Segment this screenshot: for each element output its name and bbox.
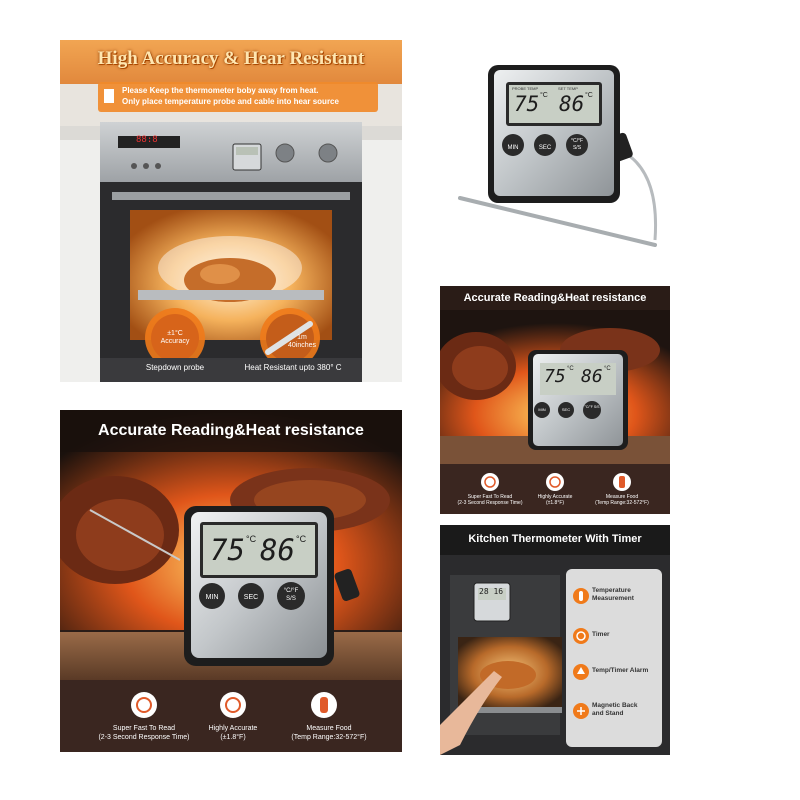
kitchen-feature-magnetic: Magnetic Back and Stand xyxy=(592,702,638,718)
small-temp2: 86 xyxy=(581,366,603,387)
big-feature-range-title: Measure Food xyxy=(306,725,352,732)
product-panel: PROBE TEMP SET TEMP 75 °C 86 °C MIN SEC … xyxy=(440,40,670,265)
big-feature-speed-title: Super Fast To Read xyxy=(112,725,176,732)
oven-display: 88:8 xyxy=(136,135,158,145)
feature-timer-line1: Timer xyxy=(592,631,610,638)
kitchen-feature-temperature: Temperature Measurement xyxy=(592,587,634,603)
small-temp1: 75 xyxy=(544,366,566,387)
oven-note-line2: Only place temperature probe and cable i… xyxy=(122,97,339,106)
product-min-label: MIN xyxy=(507,145,519,151)
small-grill-scene xyxy=(440,310,670,514)
kitchen-scene xyxy=(440,555,670,755)
feature-alarm-line1: Temp/Timer Alarm xyxy=(592,667,649,674)
big-feature-accuracy-detail: (±1.8°F) xyxy=(220,734,246,741)
small-min-button[interactable]: MIN xyxy=(534,407,550,412)
kitchen-panel: Kitchen Thermometer With Timer 28 16 Tem… xyxy=(440,525,670,755)
oven-title: High Accuracy & Hear Resistant xyxy=(97,48,365,69)
product-unit-label-bottom: S/S xyxy=(572,145,582,151)
small-grill-title: Accurate Reading&Heat resistance xyxy=(463,292,647,304)
small-temp2-unit: °C xyxy=(604,366,611,372)
big-unit-label-bottom: S/S xyxy=(286,596,296,602)
product-temp1: 75 xyxy=(514,92,540,116)
small-feature-accuracy: Highly Accurate (±1.8°F) xyxy=(526,494,584,506)
big-min-button[interactable]: MIN xyxy=(199,594,225,601)
oven-caption-probe: Stepdown probe xyxy=(145,363,205,372)
big-unit-label-top: °C/°F xyxy=(283,588,299,594)
small-feature-accuracy-detail: (±1.8°F) xyxy=(545,500,565,506)
oven-bubble-length: 1m 40inches xyxy=(282,334,322,350)
product-unit-label-top: °C/°F xyxy=(570,138,584,144)
small-feature-speed: Super Fast To Read (2-3 Second Response … xyxy=(454,494,526,506)
kitchen-feature-alarm: Temp/Timer Alarm xyxy=(592,667,648,675)
big-feature-range: Measure Food (Temp Range:32-572°F) xyxy=(274,724,384,742)
feature-magnetic-line2: and Stand xyxy=(592,710,624,717)
product-unit-button[interactable]: °C/°F S/S xyxy=(566,134,588,156)
oven-panel: High Accuracy & Hear Resistant Please Ke… xyxy=(60,40,402,382)
big-feature-speed-detail: (2-3 Second Response Time) xyxy=(98,734,190,741)
product-sec-button[interactable]: SEC xyxy=(534,134,556,156)
big-feature-accuracy-title: Highly Accurate xyxy=(208,725,258,732)
small-feature-speed-detail: (2-3 Second Response Time) xyxy=(457,500,523,506)
bubble-accuracy-value: ±1°C xyxy=(167,330,183,337)
bubble-accuracy-label: Accuracy xyxy=(160,338,190,345)
big-feature-speed: Super Fast To Read (2-3 Second Response … xyxy=(84,724,204,742)
product-temp2-unit: °C xyxy=(585,92,593,99)
small-temp1-unit: °C xyxy=(567,366,574,372)
feature-temperature-line1: Temperature xyxy=(592,587,631,594)
big-grill-panel: Accurate Reading&Heat resistance 75 °C 8… xyxy=(60,410,402,752)
oven-bubble-accuracy: ±1°C Accuracy xyxy=(155,330,195,346)
big-feature-range-detail: (Temp Range:32-572°F) xyxy=(291,734,367,741)
small-feature-range: Measure Food (Temp Range:32-572°F) xyxy=(586,494,658,506)
big-temp1-unit: °C xyxy=(246,534,257,544)
big-feature-accuracy: Highly Accurate (±1.8°F) xyxy=(188,724,278,742)
big-unit-button[interactable]: °C/°F S/S xyxy=(277,587,305,603)
bubble-length-label: 40inches xyxy=(287,342,317,349)
thermometer-product-image xyxy=(458,65,658,247)
kitchen-display: 28 16 xyxy=(479,587,504,596)
small-sec-button[interactable]: SEC xyxy=(558,407,574,412)
kitchen-title: Kitchen Thermometer With Timer xyxy=(468,533,642,545)
big-temp2-unit: °C xyxy=(296,534,307,544)
big-temp2: 86 xyxy=(260,533,295,567)
product-lcd-label-probe: PROBE TEMP xyxy=(512,86,539,91)
product-lcd-label-set: SET TEMP xyxy=(558,86,578,91)
product-temp1-unit: °C xyxy=(540,92,548,99)
oven-note: Please Keep the thermometer boby away fr… xyxy=(122,85,382,107)
big-grill-scene xyxy=(60,410,402,752)
oven-caption-heat: Heat Resistant upto 380° C xyxy=(244,363,342,372)
product-min-button[interactable]: MIN xyxy=(502,134,524,156)
bubble-length-value: 1m xyxy=(297,334,307,341)
small-unit-button[interactable]: °C/°F S/S xyxy=(583,405,601,410)
feature-magnetic-line1: Magnetic Back xyxy=(592,702,638,709)
kitchen-feature-timer: Timer xyxy=(592,631,610,639)
big-grill-title: Accurate Reading&Heat resistance xyxy=(98,422,364,439)
oven-note-line1: Please Keep the thermometer boby away fr… xyxy=(122,86,319,95)
big-sec-button[interactable]: SEC xyxy=(238,594,264,601)
product-sec-label: SEC xyxy=(538,145,552,151)
product-temp2: 86 xyxy=(559,92,585,116)
small-grill-panel: Accurate Reading&Heat resistance 75 °C 8… xyxy=(440,286,670,514)
small-feature-range-detail: (Temp Range:32-572°F) xyxy=(595,500,649,506)
feature-temperature-line2: Measurement xyxy=(592,595,634,602)
big-temp1: 75 xyxy=(210,533,245,567)
